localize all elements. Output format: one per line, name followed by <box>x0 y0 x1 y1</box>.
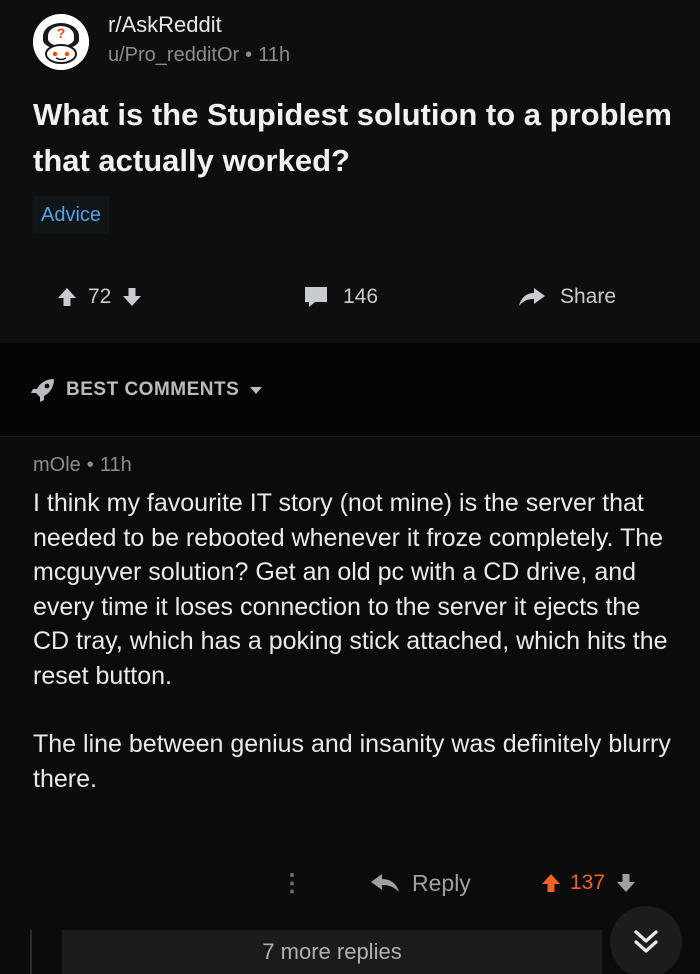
more-replies-button[interactable]: 7 more replies <box>62 930 602 974</box>
post-author[interactable]: u/Pro_redditOr <box>108 44 239 66</box>
comments-button[interactable]: 146 <box>303 272 378 322</box>
askreddit-snoo-icon: ? <box>33 14 89 70</box>
downvote-arrow-icon[interactable] <box>615 872 637 894</box>
post-title[interactable]: What is the Stupidest solution to a prob… <box>33 92 673 184</box>
post-age: 11h <box>258 44 291 66</box>
comment-paragraph: The line between genius and insanity was… <box>33 730 671 793</box>
post-action-bar: 72 146 Share <box>0 272 700 322</box>
post-vote-control: 72 <box>56 272 143 322</box>
upvote-arrow-icon[interactable] <box>540 872 562 894</box>
subreddit-name[interactable]: r/AskReddit <box>108 12 222 38</box>
comment-sort-dropdown[interactable]: BEST COMMENTS <box>30 373 263 407</box>
double-chevron-down-icon <box>634 930 658 953</box>
comment-author[interactable]: mOle <box>33 454 81 476</box>
post-score: 72 <box>88 285 112 308</box>
comment-paragraph: I think my favourite IT story (not mine)… <box>33 489 668 690</box>
meta-separator: • <box>245 44 253 66</box>
subreddit-avatar[interactable]: ? <box>33 14 89 70</box>
comment-score: 137 <box>570 871 606 894</box>
comment-sort-bar: BEST COMMENTS <box>0 343 700 437</box>
sort-label: BEST COMMENTS <box>66 379 240 400</box>
rocket-icon <box>31 379 54 402</box>
downvote-arrow-icon[interactable] <box>121 286 143 308</box>
share-label: Share <box>560 285 617 308</box>
meta-separator: • <box>86 454 94 476</box>
thread-line <box>30 930 32 974</box>
reply-arrow-icon <box>371 874 399 892</box>
comment-vote-control: 137 <box>540 856 637 910</box>
comment-meta: mOle • 11h <box>33 454 132 477</box>
share-button[interactable]: Share <box>518 272 616 322</box>
share-arrow-icon <box>519 288 545 306</box>
comment-card: mOle • 11h I think my favourite IT story (… <box>0 438 700 974</box>
collapse-thread-button[interactable] <box>610 906 682 974</box>
comment-age: 11h <box>99 454 132 476</box>
svg-text:?: ? <box>57 25 66 41</box>
comment-action-bar: ⋮ Reply 137 <box>0 856 700 910</box>
comment-count: 146 <box>343 285 379 308</box>
post-meta: u/Pro_redditOr • 11h <box>108 44 290 67</box>
post-flair[interactable]: Advice <box>33 196 110 234</box>
post-card: ? r/AskReddit u/Pro_redditOr • 11h What is… <box>0 0 700 343</box>
more-options-button[interactable]: ⋮ <box>278 856 306 910</box>
reply-label: Reply <box>412 869 471 896</box>
upvote-arrow-icon[interactable] <box>56 286 78 308</box>
reply-button[interactable]: Reply <box>370 856 471 910</box>
comment-bubble-icon <box>305 287 327 307</box>
comment-body: I think my favourite IT story (not mine)… <box>33 486 673 830</box>
caret-down-icon <box>250 387 263 394</box>
